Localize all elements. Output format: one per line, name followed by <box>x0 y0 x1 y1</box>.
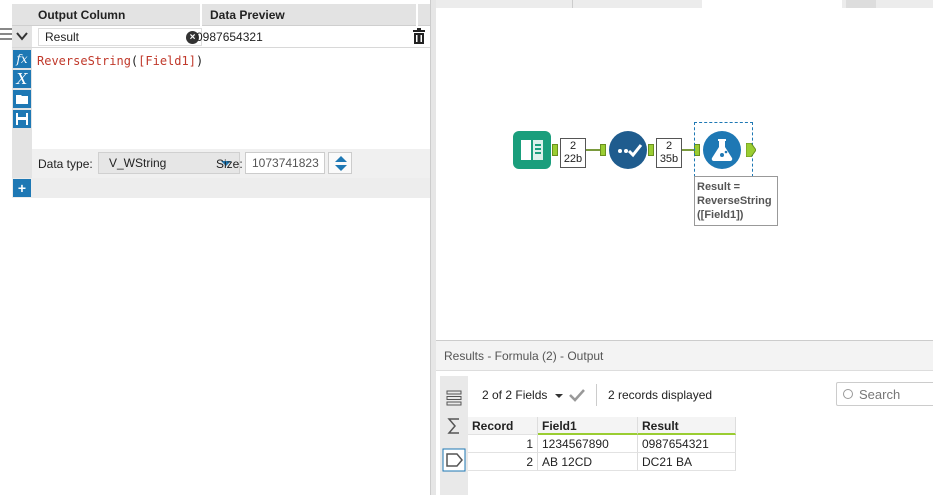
flask-icon <box>711 139 733 162</box>
badge-2-count: 2 <box>665 140 673 152</box>
workflow-canvas[interactable]: 2 22b 2 35b Result = ReverseString ([Fie… <box>436 0 933 340</box>
result-cell: DC21 BA <box>638 453 736 471</box>
record-cell: 1 <box>468 435 538 453</box>
expr-function: ReverseString <box>37 54 131 68</box>
fx-icon[interactable]: fx <box>13 50 31 68</box>
app-window: Output Column Data Preview Result × 0987… <box>0 0 933 495</box>
field1-cell: 1234567890 <box>538 435 638 453</box>
badge-2-size: 35b <box>659 153 679 165</box>
fields-dropdown[interactable]: 2 of 2 Fields <box>482 388 564 402</box>
search-placeholder: Search <box>859 387 901 402</box>
badge-1-size: 22b <box>563 153 583 165</box>
records-count: 2 records displayed <box>608 388 713 402</box>
tab-active[interactable] <box>702 0 842 8</box>
fields-label: 2 of 2 Fields <box>482 388 548 402</box>
add-formula-button[interactable]: + <box>13 179 31 197</box>
metadata-view-icon[interactable] <box>444 388 464 408</box>
canvas-tab-strip <box>436 0 933 8</box>
column-header-result[interactable]: Result <box>638 417 736 435</box>
input-data-tool[interactable] <box>513 131 551 169</box>
results-view-toolbar <box>440 376 468 495</box>
record-cell: 2 <box>468 453 538 471</box>
check-circle-icon <box>618 144 643 158</box>
expression-editor[interactable]: ReverseString([Field1]) <box>37 54 203 68</box>
open-folder-icon[interactable] <box>13 90 31 108</box>
results-panel: Results - Formula (2) - Output 2 of 2 Fi… <box>436 340 933 495</box>
result-cell: 0987654321 <box>638 435 736 453</box>
badge-1-count: 2 <box>569 140 577 152</box>
field1-cell: AB 12CD <box>538 453 638 471</box>
input-output-anchor[interactable] <box>552 144 558 156</box>
add-row-bar: + <box>12 178 430 198</box>
connection-badge-1: 2 22b <box>560 138 586 168</box>
formula-annotation: Result = ReverseString ([Field1]) <box>694 176 778 226</box>
book-icon <box>521 140 543 160</box>
column-header-record[interactable]: Record <box>468 417 538 435</box>
output-column-header: Output Column <box>32 4 202 26</box>
data-type-value: V_WString <box>109 156 167 170</box>
size-input[interactable]: 1073741823 <box>245 152 325 174</box>
hamburger-icon[interactable] <box>0 28 12 42</box>
formula-output-anchor[interactable] <box>746 143 756 157</box>
annotation-line-1: Result = <box>697 181 741 193</box>
expression-tools: fx X <box>13 50 31 130</box>
tab-divider <box>572 0 573 8</box>
data-view-icon[interactable] <box>442 448 466 472</box>
x-variable-icon[interactable]: X <box>13 70 31 88</box>
chevron-down-icon[interactable] <box>15 29 29 43</box>
output-column-value: Result <box>45 30 80 44</box>
expr-field: [Field1] <box>138 54 196 68</box>
expr-close-paren: ) <box>195 54 204 68</box>
size-stepper[interactable] <box>328 152 352 174</box>
size-label: Size: <box>216 157 243 171</box>
save-icon[interactable] <box>13 110 31 128</box>
data-preview-header: Data Preview <box>202 4 418 26</box>
caret-down-icon <box>555 393 564 398</box>
results-toolbar: 2 of 2 Fields 2 records displayed Search <box>474 381 933 411</box>
select-tool[interactable] <box>609 131 647 169</box>
sigma-icon[interactable] <box>444 416 464 436</box>
data-type-row: Data type: V_WString Size: 1073741823 <box>32 149 430 178</box>
data-preview-value: 0987654321 <box>196 30 263 44</box>
stepper-up-icon[interactable] <box>335 156 347 162</box>
trash-icon[interactable] <box>412 28 426 44</box>
search-input[interactable]: Search <box>836 382 933 406</box>
data-type-label: Data type: <box>38 157 93 171</box>
column-header-field1[interactable]: Field1 <box>538 417 638 435</box>
results-title: Results - Formula (2) - Output <box>436 341 933 371</box>
checkmark-icon[interactable] <box>568 386 586 404</box>
formula-tool[interactable] <box>703 131 741 169</box>
config-table-header: Output Column Data Preview <box>12 4 430 26</box>
connection-badge-2: 2 35b <box>656 138 682 168</box>
select-input-anchor[interactable] <box>600 144 606 156</box>
annotation-line-2: ReverseString <box>697 195 772 207</box>
formula-config-panel: Output Column Data Preview Result × 0987… <box>0 0 430 495</box>
search-icon <box>843 389 853 399</box>
toolbar-divider <box>596 384 597 406</box>
output-column-input[interactable]: Result × <box>38 28 202 46</box>
select-output-anchor[interactable] <box>648 144 654 156</box>
formula-row[interactable]: Result × 0987654321 <box>12 26 430 48</box>
annotation-line-3: ([Field1]) <box>697 209 744 221</box>
stepper-down-icon[interactable] <box>335 165 347 171</box>
tab-other[interactable] <box>846 0 876 8</box>
